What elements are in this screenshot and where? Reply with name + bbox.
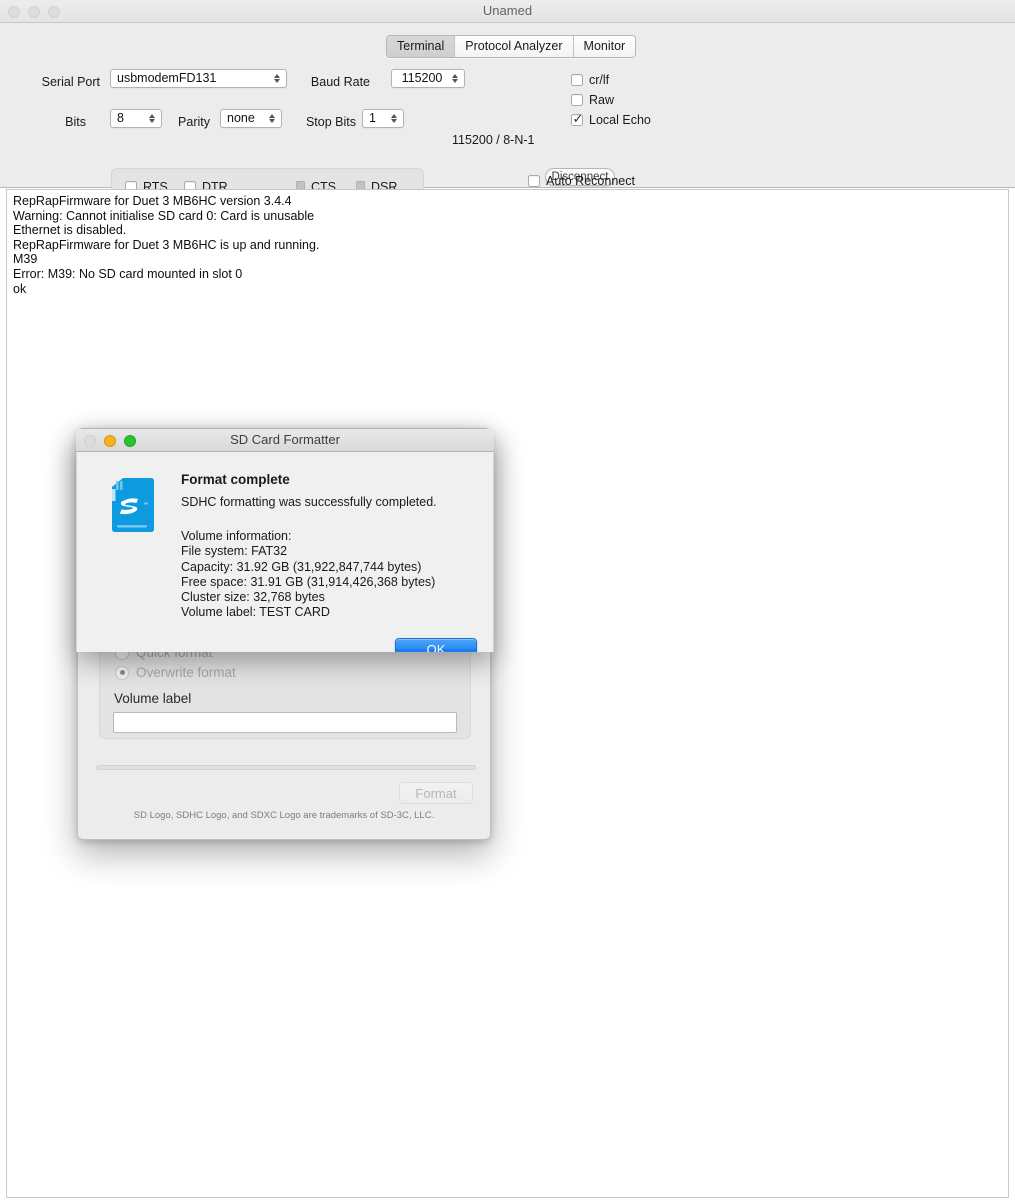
dialog-titlebar: SD Card Formatter [76, 429, 494, 452]
radio-overwrite-format[interactable]: Overwrite format [115, 665, 236, 680]
baud-rate-select[interactable]: 115200 [391, 69, 465, 88]
connection-control-panel: Terminal Protocol Analyzer Monitor Seria… [0, 23, 1015, 206]
dialog-content: ™ Format complete SDHC formatting was su… [76, 453, 494, 652]
baud-rate-label: Baud Rate [310, 75, 370, 89]
info-line: Volume information: [181, 529, 292, 543]
sd-card-icon: ™ [112, 478, 154, 532]
ok-button[interactable]: OK [395, 638, 477, 652]
dialog-title: SD Card Formatter [230, 432, 340, 447]
stop-bits-label: Stop Bits [305, 115, 356, 129]
checkbox-local-echo[interactable] [571, 111, 583, 127]
radio-overwrite-format-control[interactable] [115, 665, 129, 680]
terminal-line: RepRapFirmware for Duet 3 MB6HC is up an… [13, 237, 320, 252]
option-crlf[interactable]: cr/lf [571, 73, 609, 87]
volume-label-heading: Volume label [114, 691, 192, 706]
bits-value: 8 [117, 111, 124, 125]
option-local-echo-label: Local Echo [589, 113, 651, 127]
option-auto-reconnect[interactable]: Auto Reconnect [528, 174, 635, 188]
chevron-updown-icon [448, 73, 461, 84]
info-line: File system: FAT32 [181, 544, 288, 559]
info-line: Capacity: 31.92 GB (31,922,847,744 bytes… [181, 559, 422, 574]
dialog-subtitle: SDHC formatting was successfully complet… [181, 495, 437, 509]
tab-protocol-analyzer[interactable]: Protocol Analyzer [455, 36, 574, 57]
volume-information-block: Volume information: File system: FAT32 C… [181, 529, 435, 621]
option-raw[interactable]: Raw [571, 93, 614, 107]
parity-select[interactable]: none [220, 109, 282, 128]
option-crlf-label: cr/lf [589, 73, 610, 87]
page-title: Unamed [482, 3, 533, 18]
chevron-updown-icon [265, 113, 278, 124]
baud-rate-value: 115200 [401, 71, 443, 85]
chevron-updown-icon [387, 113, 400, 124]
chevron-updown-icon [145, 113, 158, 124]
trademark-notice: SD Logo, SDHC Logo, and SDXC Logo are tr… [133, 810, 435, 821]
option-local-echo[interactable]: Local Echo [571, 111, 651, 127]
format-complete-dialog: SD Card Formatter ™ Format complete SDHC… [76, 429, 494, 652]
tab-monitor[interactable]: Monitor [573, 36, 636, 57]
main-window-titlebar: Unamed [0, 0, 1015, 23]
parity-label: Parity [178, 115, 210, 129]
serial-port-value: usbmodemFD131 [117, 71, 217, 85]
option-raw-label: Raw [589, 93, 615, 107]
terminal-line: RepRapFirmware for Duet 3 MB6HC version … [13, 194, 292, 208]
serial-port-label: Serial Port [41, 75, 100, 89]
svg-text:™: ™ [143, 502, 148, 508]
terminal-line: Warning: Cannot initialise SD card 0: Ca… [13, 208, 315, 223]
checkbox-crlf[interactable] [571, 74, 583, 86]
volume-label-input[interactable] [113, 712, 457, 733]
view-tab-bar: Terminal Protocol Analyzer Monitor [386, 35, 637, 58]
format-button[interactable]: Format [399, 782, 473, 804]
option-auto-reconnect-label: Auto Reconnect [546, 174, 635, 188]
parity-value: none [227, 111, 255, 125]
terminal-line: M39 [13, 252, 38, 267]
stop-bits-value: 1 [369, 111, 376, 125]
terminal-line: Ethernet is disabled. [13, 223, 127, 238]
checkbox-auto-reconnect[interactable] [528, 175, 540, 187]
bits-select[interactable]: 8 [110, 109, 162, 128]
info-line: Volume label: TEST CARD [181, 605, 330, 620]
terminal-line: Error: M39: No SD card mounted in slot 0 [13, 266, 243, 281]
stop-bits-select[interactable]: 1 [362, 109, 404, 128]
info-line: Cluster size: 32,768 bytes [181, 590, 325, 605]
bits-label: Bits [65, 115, 86, 129]
terminal-line: ok [13, 281, 27, 296]
checkbox-raw[interactable] [571, 94, 583, 106]
progress-bar [96, 765, 476, 770]
chevron-updown-icon [270, 73, 283, 84]
dialog-heading: Format complete [181, 472, 290, 487]
radio-overwrite-format-label: Overwrite format [136, 665, 236, 680]
info-line: Free space: 31.91 GB (31,914,426,368 byt… [181, 574, 436, 589]
tab-terminal[interactable]: Terminal [387, 36, 456, 57]
line-settings-status: 115200 / 8-N-1 [452, 133, 535, 147]
serial-port-select[interactable]: usbmodemFD131 [110, 69, 287, 88]
